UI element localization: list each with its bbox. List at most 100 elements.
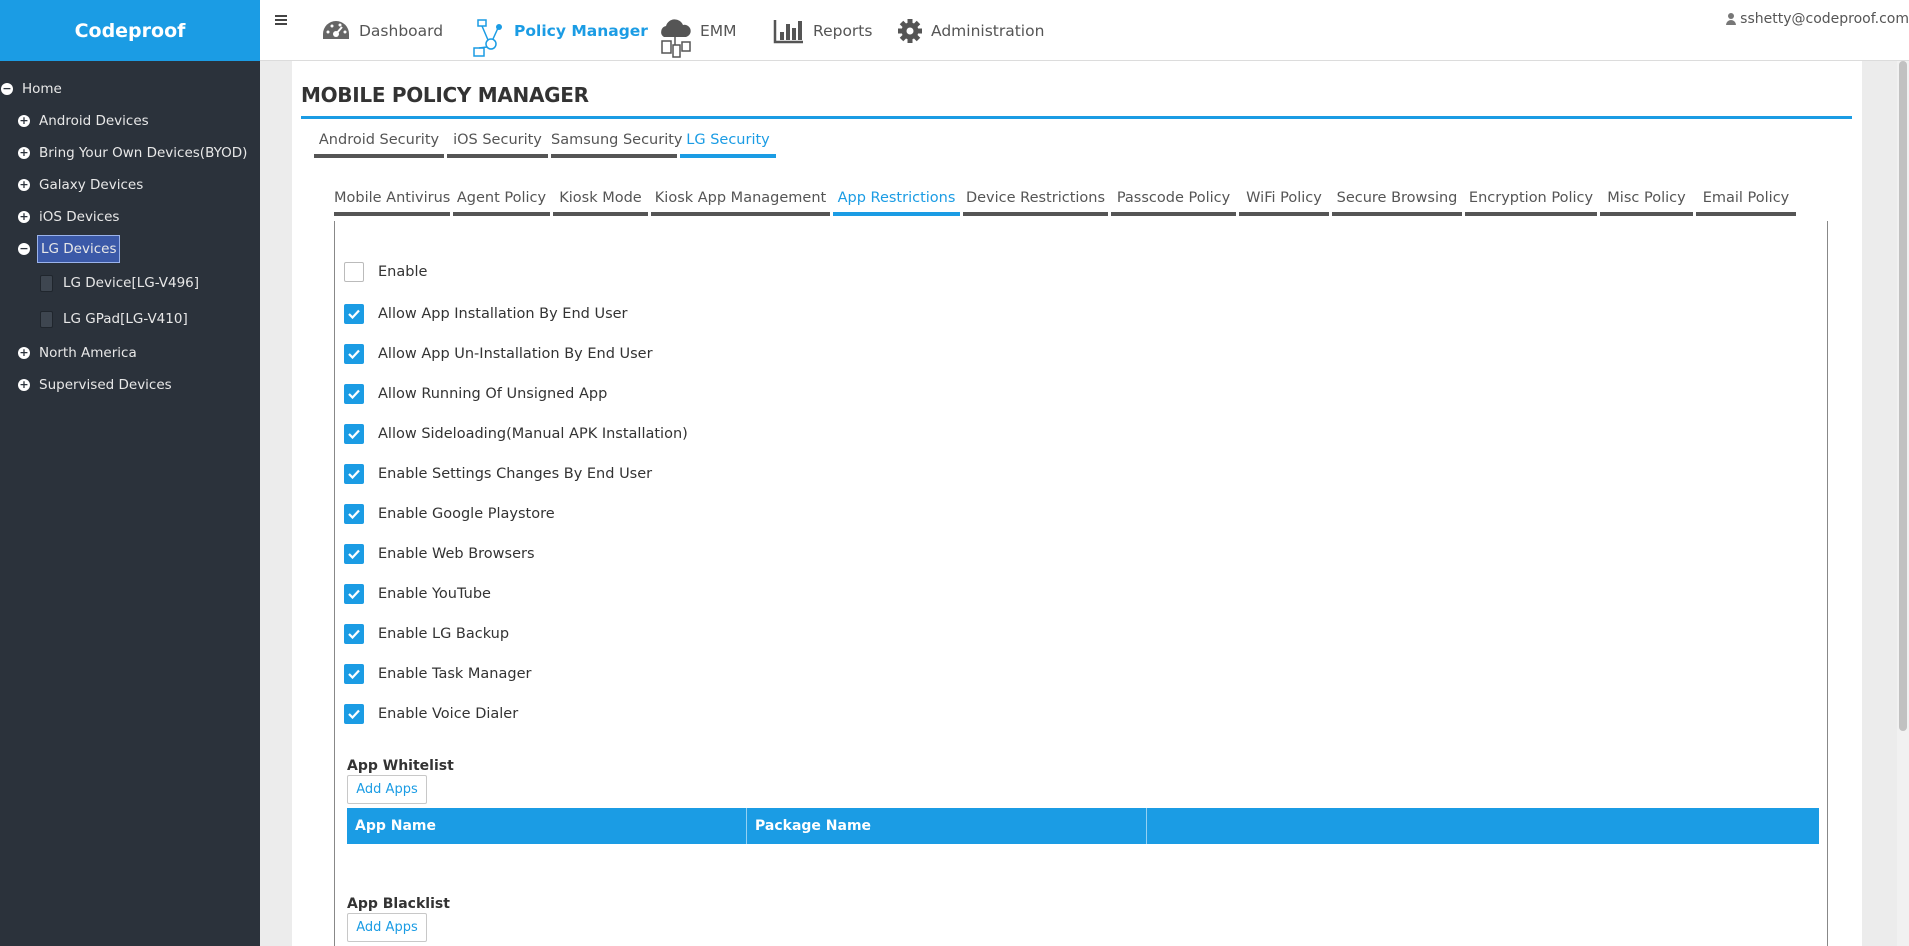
option-label: Enable Settings Changes By End User <box>378 466 653 482</box>
option-allow-unsigned-app: Allow Running Of Unsigned App <box>344 384 607 404</box>
checkmark-icon <box>348 469 360 479</box>
page-title: MOBILE POLICY MANAGER <box>301 83 589 107</box>
tab-samsung-security[interactable]: Samsung Security <box>551 124 683 158</box>
option-label: Allow App Installation By End User <box>378 306 628 322</box>
checkbox[interactable] <box>344 704 364 724</box>
checkbox[interactable] <box>344 544 364 564</box>
device-icon <box>40 274 53 292</box>
tree-node-lg-gpad-v410[interactable]: LG GPad[LG-V410] <box>0 301 260 337</box>
checkbox[interactable] <box>344 344 364 364</box>
option-label: Allow Sideloading(Manual APK Installatio… <box>378 426 688 442</box>
tab-mobile-antivirus[interactable]: Mobile Antivirus <box>334 182 450 216</box>
tab-secure-browsing[interactable]: Secure Browsing <box>1332 182 1462 216</box>
tab-lg-security[interactable]: LG Security <box>680 124 776 158</box>
column-actions <box>1147 808 1819 844</box>
nav-dashboard[interactable]: Dashboard <box>321 0 443 61</box>
checkbox[interactable] <box>344 504 364 524</box>
whitelist-table-header: App Name Package Name <box>347 808 1819 844</box>
column-app-name[interactable]: App Name <box>347 808 747 844</box>
blacklist-add-apps-button[interactable]: Add Apps <box>347 913 427 942</box>
tree-node-label: LG GPad[LG-V410] <box>63 311 188 327</box>
nav-label: Policy Manager <box>514 21 648 40</box>
option-google-playstore: Enable Google Playstore <box>344 504 555 524</box>
nav-label: Administration <box>931 21 1045 40</box>
collapse-icon[interactable]: − <box>1 83 13 95</box>
tree-node-byod[interactable]: + Bring Your Own Devices(BYOD) <box>0 137 260 169</box>
tree-node-lg-devices[interactable]: − LG Devices <box>0 233 260 265</box>
checkbox[interactable] <box>344 624 364 644</box>
brand-logo[interactable]: Codeproof <box>0 0 260 61</box>
tab-android-security[interactable]: Android Security <box>314 124 444 158</box>
checkmark-icon <box>348 389 360 399</box>
option-label: Enable LG Backup <box>378 626 510 642</box>
policy-manager-icon <box>473 18 502 57</box>
expand-icon[interactable]: + <box>18 379 30 391</box>
option-lg-backup: Enable LG Backup <box>344 624 509 644</box>
tab-encryption-policy[interactable]: Encryption Policy <box>1465 182 1597 216</box>
page-scrollbar[interactable] <box>1897 61 1909 946</box>
title-divider <box>301 116 1852 119</box>
checkbox[interactable] <box>344 664 364 684</box>
checkmark-icon <box>348 509 360 519</box>
tree-node-supervised-devices[interactable]: + Supervised Devices <box>0 369 260 401</box>
user-email: sshetty@codeproof.com <box>1740 11 1909 27</box>
tab-wifi-policy[interactable]: WiFi Policy <box>1239 182 1329 216</box>
tree-node-ios-devices[interactable]: + iOS Devices <box>0 201 260 233</box>
tab-device-restrictions[interactable]: Device Restrictions <box>963 182 1108 216</box>
collapse-icon[interactable]: − <box>18 243 30 255</box>
main-panel: MOBILE POLICY MANAGER Android Security i… <box>292 61 1862 946</box>
option-label: Enable Task Manager <box>378 666 532 682</box>
tab-ios-security[interactable]: iOS Security <box>447 124 548 158</box>
tab-agent-policy[interactable]: Agent Policy <box>453 182 550 216</box>
gear-icon <box>898 18 922 43</box>
checkbox[interactable] <box>344 304 364 324</box>
tree-node-lg-device-v496[interactable]: LG Device[LG-V496] <box>0 265 260 301</box>
option-task-manager: Enable Task Manager <box>344 664 531 684</box>
tab-passcode-policy[interactable]: Passcode Policy <box>1111 182 1236 216</box>
checkbox[interactable] <box>344 584 364 604</box>
platform-tabs: Android Security iOS Security Samsung Se… <box>314 124 779 158</box>
checkmark-icon <box>348 709 360 719</box>
checkbox[interactable] <box>344 262 364 282</box>
user-account[interactable]: sshetty@codeproof.com <box>1726 11 1909 27</box>
cloud-devices-icon <box>661 18 691 58</box>
option-label: Enable <box>378 264 428 280</box>
checkmark-icon <box>348 589 360 599</box>
hamburger-menu-icon[interactable] <box>275 15 287 25</box>
scrollbar-thumb[interactable] <box>1899 61 1907 731</box>
checkbox[interactable] <box>344 424 364 444</box>
option-allow-app-installation: Allow App Installation By End User <box>344 304 628 324</box>
checkmark-icon <box>348 549 360 559</box>
expand-icon[interactable]: + <box>18 179 30 191</box>
option-label: Enable YouTube <box>378 586 491 602</box>
tab-app-restrictions[interactable]: App Restrictions <box>833 182 960 216</box>
checkbox[interactable] <box>344 384 364 404</box>
tab-email-policy[interactable]: Email Policy <box>1696 182 1796 216</box>
tab-misc-policy[interactable]: Misc Policy <box>1600 182 1693 216</box>
expand-icon[interactable]: + <box>18 115 30 127</box>
column-package-name[interactable]: Package Name <box>747 808 1147 844</box>
expand-icon[interactable]: + <box>18 147 30 159</box>
option-label: Enable Voice Dialer <box>378 706 519 722</box>
nav-policy-manager[interactable]: Policy Manager <box>472 0 648 61</box>
whitelist-add-apps-button[interactable]: Add Apps <box>347 775 427 804</box>
tree-node-label: Android Devices <box>39 113 149 129</box>
tree-node-android-devices[interactable]: + Android Devices <box>0 105 260 137</box>
tree-node-north-america[interactable]: + North America <box>0 337 260 369</box>
expand-icon[interactable]: + <box>18 347 30 359</box>
tab-kiosk-mode[interactable]: Kiosk Mode <box>553 182 648 216</box>
tree-node-home[interactable]: − Home <box>0 73 260 105</box>
nav-reports[interactable]: Reports <box>773 0 872 61</box>
app-restrictions-panel: Enable Allow App Installation By End Use… <box>334 221 1828 946</box>
policy-tabs: Mobile Antivirus Agent Policy Kiosk Mode… <box>334 182 1799 216</box>
nav-administration[interactable]: Administration <box>897 0 1044 61</box>
tree-node-galaxy-devices[interactable]: + Galaxy Devices <box>0 169 260 201</box>
nav-emm[interactable]: EMM <box>658 0 737 61</box>
device-tree: − Home + Android Devices + Bring Your Ow… <box>0 61 260 401</box>
tab-kiosk-app-management[interactable]: Kiosk App Management <box>651 182 830 216</box>
checkbox[interactable] <box>344 464 364 484</box>
device-icon <box>40 310 53 328</box>
nav-label: EMM <box>700 21 737 40</box>
top-navbar: Dashboard Policy Manager EMM Reports Adm… <box>260 0 1909 61</box>
expand-icon[interactable]: + <box>18 211 30 223</box>
